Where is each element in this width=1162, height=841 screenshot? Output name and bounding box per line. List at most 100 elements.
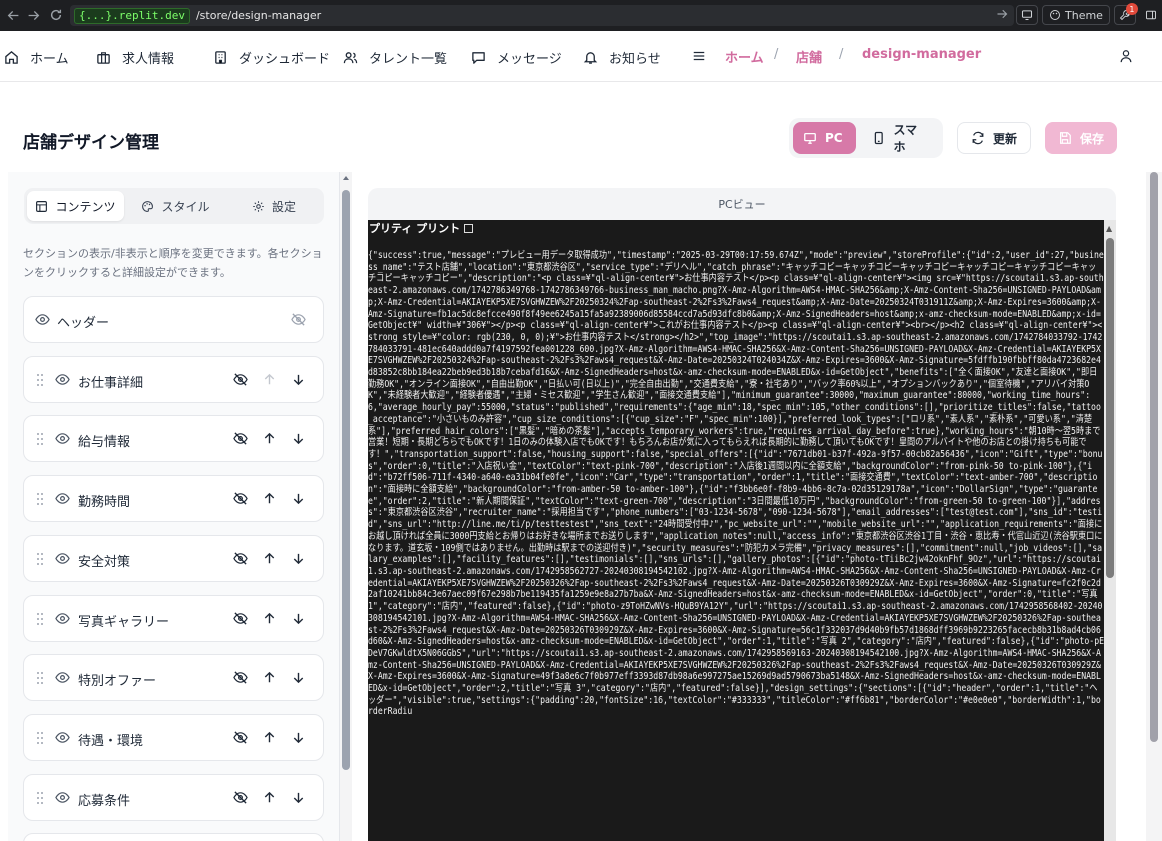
arrow-up-icon[interactable] bbox=[262, 790, 277, 805]
nav-item-dashboard[interactable]: ダッシュボード bbox=[213, 48, 330, 67]
section-card[interactable]: お仕事詳細 bbox=[23, 355, 324, 403]
section-card[interactable]: 待遇・環境 bbox=[23, 713, 324, 761]
drag-handle-icon[interactable] bbox=[36, 612, 44, 626]
preview-panel: PCビュー プリティ プリント {"success":true,"message… bbox=[352, 172, 1146, 841]
section-card[interactable]: ヘッダー bbox=[23, 296, 324, 343]
back-arrow-icon[interactable] bbox=[4, 6, 22, 24]
preview-frame[interactable]: プリティ プリント {"success":true,"message":"プレビ… bbox=[368, 220, 1116, 841]
section-card[interactable]: 勤務時間 bbox=[23, 475, 324, 523]
arrow-down-icon[interactable] bbox=[291, 670, 306, 685]
drag-handle-icon[interactable] bbox=[36, 492, 44, 506]
nav-item-talent[interactable]: タレント一覧 bbox=[343, 48, 447, 67]
scroll-up-arrow-icon[interactable] bbox=[343, 176, 349, 180]
nav-item-messages[interactable]: メッセージ bbox=[471, 48, 562, 67]
url-path: /store/design-manager bbox=[195, 9, 322, 22]
arrow-up-icon[interactable] bbox=[262, 730, 277, 745]
section-card[interactable]: 安全対策 bbox=[23, 534, 324, 582]
section-card[interactable]: 写真ギャラリー bbox=[23, 594, 324, 642]
section-card[interactable]: 特別オファー bbox=[23, 654, 324, 702]
arrow-down-icon[interactable] bbox=[291, 790, 306, 805]
view-pc-button[interactable]: PC bbox=[793, 122, 856, 154]
page-scrollbar[interactable] bbox=[1146, 172, 1162, 841]
arrow-down-icon[interactable] bbox=[291, 611, 306, 626]
nav-label: ダッシュボード bbox=[239, 52, 331, 67]
address-bar[interactable]: {...}.replit.dev /store/design-manager bbox=[70, 5, 1014, 26]
panel-tabs: コンテンツ スタイル 設定 bbox=[24, 188, 324, 224]
pretty-print-checkbox[interactable] bbox=[464, 223, 474, 233]
eye-icon bbox=[55, 372, 70, 387]
eye-icon bbox=[55, 551, 70, 566]
nav-item-notifications[interactable]: お知らせ bbox=[583, 48, 661, 67]
eye-off-icon[interactable] bbox=[233, 551, 248, 566]
user-icon[interactable] bbox=[1119, 49, 1133, 63]
nav-label: メッセージ bbox=[497, 52, 562, 67]
arrow-down-icon[interactable] bbox=[291, 730, 306, 745]
reload-icon[interactable] bbox=[47, 6, 65, 24]
eye-off-icon[interactable] bbox=[233, 730, 248, 745]
save-button[interactable]: 保存 bbox=[1045, 122, 1117, 154]
extension-button[interactable]: 1 bbox=[1113, 3, 1138, 25]
arrow-down-icon[interactable] bbox=[291, 491, 306, 506]
eye-icon bbox=[55, 730, 70, 745]
eye-off-icon[interactable] bbox=[233, 670, 248, 685]
eye-off-icon[interactable] bbox=[233, 491, 248, 506]
browser-toolbar: {...}.replit.dev /store/design-manager T… bbox=[0, 0, 1162, 31]
tab-style[interactable]: スタイル bbox=[127, 191, 224, 221]
nav-item-home[interactable]: ホーム bbox=[4, 48, 69, 67]
preview-scrollbar-thumb[interactable] bbox=[1106, 238, 1114, 578]
section-card[interactable]: 応募条件 bbox=[23, 773, 324, 821]
breadcrumb-current: design-manager bbox=[862, 47, 982, 62]
devtools-button[interactable] bbox=[1016, 5, 1038, 25]
view-mobile-button[interactable]: スマホ bbox=[862, 122, 938, 154]
arrow-up-icon[interactable] bbox=[262, 611, 277, 626]
forward-arrow-icon[interactable] bbox=[24, 6, 42, 24]
refresh-icon bbox=[972, 131, 984, 145]
scroll-up-arrow-icon[interactable]: ▲ bbox=[1106, 224, 1112, 233]
go-arrow-icon[interactable] bbox=[996, 8, 1008, 20]
help-text: セクションの表示/非表示と順序を変更できます。各セクションをクリックすると詳細設… bbox=[23, 247, 323, 279]
arrow-up-icon[interactable] bbox=[262, 372, 277, 387]
drag-handle-icon[interactable] bbox=[36, 731, 44, 745]
eye-off-icon[interactable] bbox=[233, 372, 248, 387]
smartphone-icon bbox=[874, 131, 883, 145]
tab-settings[interactable]: 設定 bbox=[227, 191, 321, 221]
arrow-up-icon[interactable] bbox=[262, 670, 277, 685]
eye-off-icon[interactable] bbox=[291, 312, 306, 327]
section-card[interactable] bbox=[23, 833, 324, 841]
drag-handle-icon[interactable] bbox=[36, 552, 44, 566]
left-scrollbar-thumb[interactable] bbox=[342, 190, 350, 770]
page-scrollbar-thumb[interactable] bbox=[1150, 172, 1158, 742]
theme-button[interactable]: Theme bbox=[1042, 5, 1110, 25]
drag-handle-icon[interactable] bbox=[36, 373, 44, 387]
breadcrumb-home[interactable]: ホーム bbox=[725, 47, 764, 66]
nav-item-jobs[interactable]: 求人情報 bbox=[96, 48, 174, 67]
notification-badge: 1 bbox=[1125, 3, 1138, 15]
arrow-down-icon[interactable] bbox=[291, 372, 306, 387]
arrow-up-icon[interactable] bbox=[262, 431, 277, 446]
arrow-down-icon[interactable] bbox=[291, 431, 306, 446]
eye-icon bbox=[55, 491, 70, 506]
eye-off-icon[interactable] bbox=[233, 431, 248, 446]
pretty-print-label: プリティ プリント bbox=[369, 222, 461, 235]
tab-label: スタイル bbox=[161, 199, 210, 214]
refresh-button[interactable]: 更新 bbox=[957, 122, 1031, 154]
arrow-up-icon[interactable] bbox=[262, 551, 277, 566]
section-card[interactable]: 給与情報 bbox=[23, 415, 324, 463]
eye-off-icon[interactable] bbox=[233, 611, 248, 626]
view-pc-label: PC bbox=[825, 131, 843, 145]
drag-handle-icon[interactable] bbox=[36, 671, 44, 685]
drag-handle-icon[interactable] bbox=[36, 432, 44, 446]
panel-toggle-button[interactable] bbox=[1140, 5, 1162, 25]
pretty-print-toggle[interactable]: プリティ プリント bbox=[368, 220, 1104, 236]
drag-handle-icon[interactable] bbox=[36, 791, 44, 805]
eye-off-icon[interactable] bbox=[233, 790, 248, 805]
arrow-up-icon[interactable] bbox=[262, 491, 277, 506]
page-title: 店舗デザイン管理 bbox=[23, 133, 159, 153]
arrow-down-icon[interactable] bbox=[291, 551, 306, 566]
preview-scrollbar[interactable]: ▲ bbox=[1104, 220, 1116, 841]
tab-content[interactable]: コンテンツ bbox=[27, 191, 124, 221]
menu-icon[interactable] bbox=[692, 49, 706, 63]
left-scrollbar[interactable] bbox=[340, 172, 352, 841]
theme-label: Theme bbox=[1065, 8, 1103, 22]
breadcrumb-store[interactable]: 店舗 bbox=[796, 47, 822, 66]
